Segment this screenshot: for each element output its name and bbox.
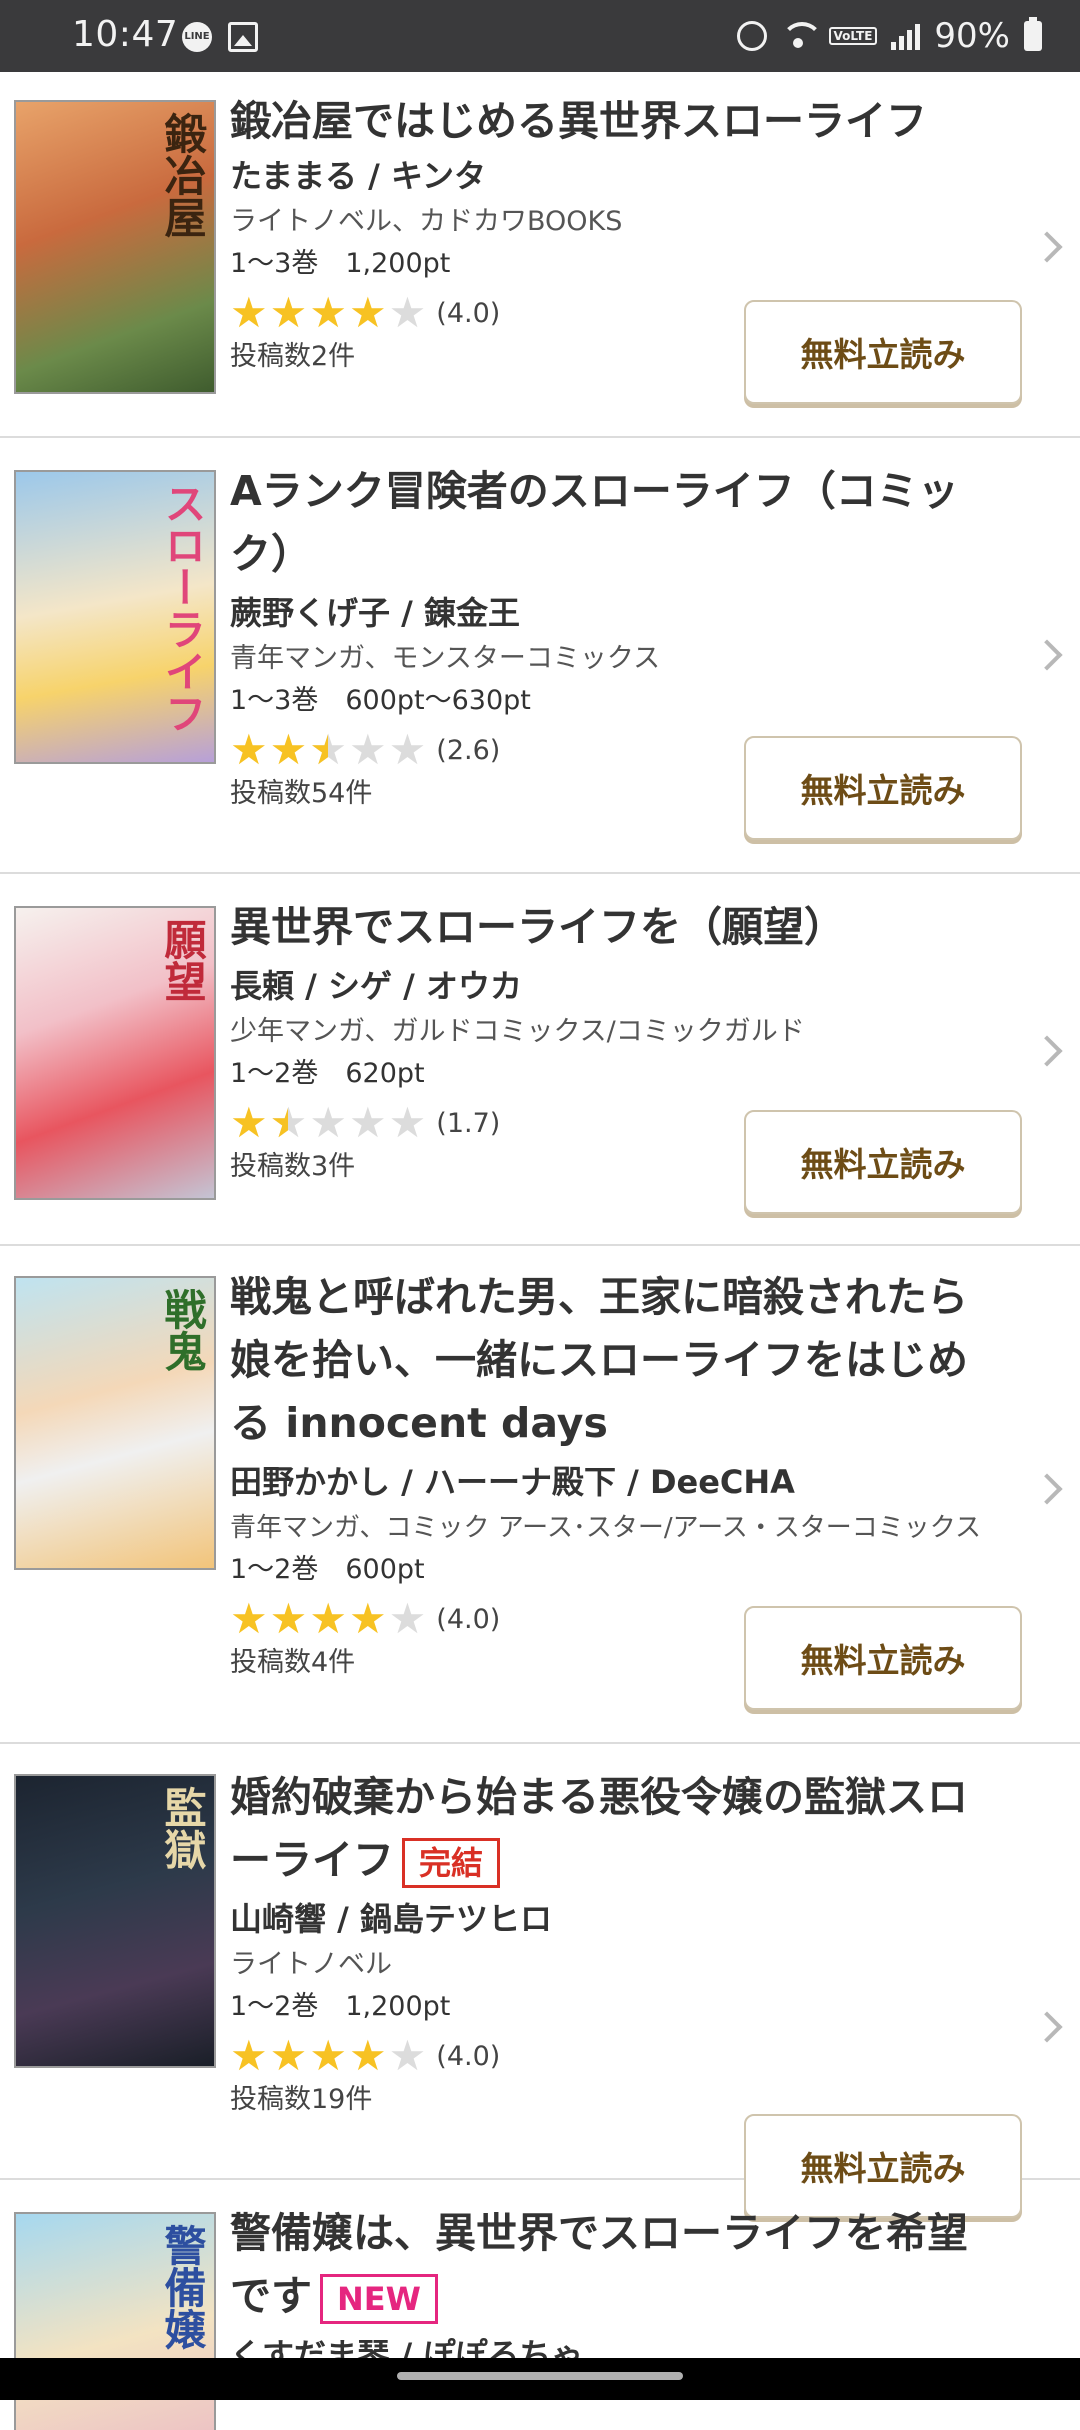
book-title[interactable]: 鍛冶屋ではじめる異世界スローライフ xyxy=(230,90,1000,153)
book-title[interactable]: Aランク冒険者のスローライフ（コミック） xyxy=(230,460,1000,586)
star-icon: ★ xyxy=(230,1098,268,1147)
cover-title: スローライフ xyxy=(158,482,207,734)
book-title[interactable]: 異世界でスローライフを（願望） xyxy=(230,896,1000,959)
star-icon: ★ xyxy=(309,1594,347,1643)
star-icon: ★ xyxy=(309,1098,347,1147)
free-preview-button[interactable]: 無料立読み xyxy=(744,736,1022,840)
star-icon: ★ xyxy=(309,288,347,337)
book-volumes: 1〜2巻 620pt xyxy=(230,1058,425,1089)
star-rating: ★ ★ ★ ★ ★ xyxy=(230,725,427,774)
new-badge: NEW xyxy=(320,2274,438,2324)
status-bar: 10:47 LINE VoLTE 90% xyxy=(0,0,1080,72)
book-genre: 少年マンガ、ガルドコミックス/コミックガルド xyxy=(230,1016,805,1047)
battery-icon xyxy=(1024,17,1042,51)
star-rating: ★ ★ ★ ★ ★ xyxy=(230,291,426,335)
star-icon: ★ xyxy=(269,1594,308,1643)
rating-score: (4.0) xyxy=(436,297,501,329)
chevron-right-icon[interactable] xyxy=(1031,1035,1063,1067)
free-preview-button[interactable]: 無料立読み xyxy=(744,1606,1022,1710)
star-icon: ★ xyxy=(309,728,347,773)
rating: ★ ★ ★ ★ ★ (4.0) xyxy=(230,2034,1000,2078)
star-icon: ★ xyxy=(388,1594,427,1643)
star-icon: ★ xyxy=(388,725,427,774)
gallery-icon xyxy=(228,22,258,52)
signal-icon xyxy=(891,22,921,50)
list-item[interactable]: 監獄 婚約破棄から始まる悪役令嬢の監獄スローライフ 完結 山崎響 / 鍋島テツヒロ… xyxy=(0,1744,1080,2218)
cover-title: 戦鬼 xyxy=(158,1288,207,1372)
book-author: 田野かかし / ハーーナ殿下 / DeeCHA xyxy=(230,1463,795,1501)
book-volumes: 1〜2巻 600pt xyxy=(230,1554,425,1585)
star-icon: ★ xyxy=(388,288,427,337)
star-icon: ★ xyxy=(348,725,387,774)
chevron-right-icon[interactable] xyxy=(1031,2011,1063,2043)
cover-title: 監獄 xyxy=(158,1786,207,1870)
cover-title: 警備嬢 xyxy=(158,2224,207,2350)
list-item[interactable]: 願望 異世界でスローライフを（願望） 長頼 / シゲ / オウカ 少年マンガ、ガ… xyxy=(0,874,1080,1246)
star-rating: ★ ★ ★ ★ ★ xyxy=(230,2034,426,2078)
book-author: 蕨野くげ子 / 錬金王 xyxy=(230,594,520,632)
star-rating: ★ ★ ★ ★ ★ xyxy=(230,1597,426,1641)
battery-percent: 90% xyxy=(934,16,1010,56)
book-author: 長頼 / シゲ / オウカ xyxy=(230,967,522,1005)
book-title-text: 婚約破棄から始まる悪役令嬢の監獄スローライフ xyxy=(230,1773,968,1884)
wifi-icon xyxy=(780,22,823,50)
book-author: 山崎響 / 鍋島テツヒロ xyxy=(230,1900,552,1938)
star-icon: ★ xyxy=(269,288,308,337)
line-app-icon: LINE xyxy=(182,22,212,52)
book-title[interactable]: 戦鬼と呼ばれた男、王家に暗殺されたら娘を拾い、一緒にスローライフをはじめる in… xyxy=(230,1266,1000,1455)
chevron-right-icon[interactable] xyxy=(1031,1473,1063,1505)
star-icon: ★ xyxy=(348,2031,387,2080)
star-icon: ★ xyxy=(230,725,268,774)
star-icon: ★ xyxy=(388,1098,427,1147)
book-title[interactable]: 婚約破棄から始まる悪役令嬢の監獄スローライフ 完結 xyxy=(230,1766,1000,1892)
star-icon: ★ xyxy=(388,2031,427,2080)
rating-score: (1.7) xyxy=(436,1107,501,1139)
book-genre: 青年マンガ、コミック アース･スター/アース・スターコミックス xyxy=(230,1513,982,1543)
chevron-right-icon[interactable] xyxy=(1031,639,1063,671)
star-icon: ★ xyxy=(230,1594,268,1643)
chevron-right-icon[interactable] xyxy=(1031,231,1063,263)
completed-badge: 完結 xyxy=(402,1838,501,1888)
book-cover[interactable]: 監獄 xyxy=(14,1774,216,2068)
list-item[interactable]: 鍛冶屋 鍛冶屋ではじめる異世界スローライフ たままる / キンタ ライトノベル、… xyxy=(0,72,1080,438)
book-cover[interactable]: 願望 xyxy=(14,906,216,1200)
star-icon: ★ xyxy=(269,725,308,774)
list-item[interactable]: 戦鬼 戦鬼と呼ばれた男、王家に暗殺されたら娘を拾い、一緒にスローライフをはじめる… xyxy=(0,1246,1080,1744)
book-genre: ライトノベル xyxy=(230,1949,392,1980)
book-volumes: 1〜3巻 1,200pt xyxy=(230,248,451,279)
star-rating: ★ ★ ★ ★ ★ xyxy=(230,1098,427,1147)
book-volumes: 1〜2巻 1,200pt xyxy=(230,1991,451,2022)
free-preview-button[interactable]: 無料立読み xyxy=(744,300,1022,404)
book-genre: 青年マンガ、モンスターコミックス xyxy=(230,643,661,674)
volte-icon: VoLTE xyxy=(828,27,878,45)
list-item[interactable]: スローライフ Aランク冒険者のスローライフ（コミック） 蕨野くげ子 / 錬金王 … xyxy=(0,438,1080,874)
book-cover[interactable]: 戦鬼 xyxy=(14,1276,216,1570)
clock: 10:47 xyxy=(72,14,179,55)
book-cover[interactable]: スローライフ xyxy=(14,470,216,764)
star-icon: ★ xyxy=(230,288,268,337)
star-icon: ★ xyxy=(348,288,387,337)
star-icon: ★ xyxy=(270,1101,308,1146)
cover-title: 願望 xyxy=(158,918,207,1002)
rating-score: (4.0) xyxy=(436,2040,501,2072)
free-preview-button[interactable]: 無料立読み xyxy=(744,1110,1022,1214)
cover-title: 鍛冶屋 xyxy=(158,112,207,238)
book-title[interactable]: 警備嬢は、異世界でスローライフを希望です NEW xyxy=(230,2202,1000,2328)
rating-score: (2.6) xyxy=(436,734,501,766)
book-author: たままる / キンタ xyxy=(230,157,487,195)
alarm-icon xyxy=(736,21,767,51)
book-cover[interactable]: 鍛冶屋 xyxy=(14,100,216,394)
book-genre: ライトノベル、カドカワBOOKS xyxy=(230,206,623,237)
star-icon: ★ xyxy=(348,1098,387,1147)
book-volumes: 1〜3巻 600pt〜630pt xyxy=(230,685,531,716)
star-icon: ★ xyxy=(348,1594,387,1643)
star-icon: ★ xyxy=(269,2031,308,2080)
star-icon: ★ xyxy=(230,2031,268,2080)
system-nav-bar xyxy=(0,2358,1080,2400)
rating-score: (4.0) xyxy=(436,1603,501,1635)
star-icon: ★ xyxy=(309,2031,347,2080)
home-gesture-bar[interactable] xyxy=(397,2372,683,2380)
